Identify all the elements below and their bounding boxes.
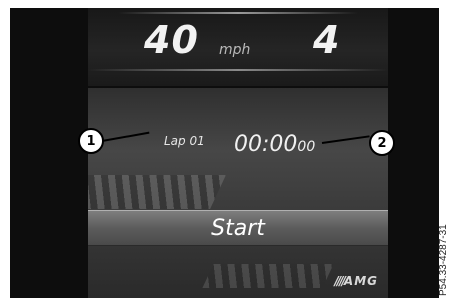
callout-marker: 2 bbox=[369, 130, 395, 156]
amg-logo-text: AMG bbox=[343, 274, 378, 288]
race-timer-panel: Lap 01 00:0000 Start ////AMG bbox=[88, 88, 388, 298]
lap-number: Lap 01 bbox=[164, 134, 205, 148]
figure-canvas: 40 mph 4 Lap 01 00:0000 Start ////AMG 1 … bbox=[0, 0, 453, 304]
checkered-flag-icon bbox=[88, 175, 226, 209]
callout-marker: 1 bbox=[78, 128, 104, 154]
speed-unit: mph bbox=[219, 42, 251, 58]
divider-line bbox=[88, 69, 388, 71]
amg-logo: ////AMG bbox=[334, 274, 378, 288]
speed-bar: 40 mph 4 bbox=[88, 8, 388, 86]
start-button[interactable]: Start bbox=[88, 210, 388, 246]
lap-time-main: 00:00 bbox=[234, 132, 298, 157]
reference-code: P54.33-4287-31 bbox=[438, 224, 449, 296]
lap-time-fraction: 00 bbox=[297, 139, 316, 155]
lap-time: 00:0000 bbox=[234, 132, 315, 157]
start-button-label: Start bbox=[211, 215, 265, 241]
checkered-flag-icon bbox=[202, 264, 334, 288]
gear-indicator: 4 bbox=[313, 18, 340, 62]
speed-value: 40 bbox=[144, 18, 199, 62]
divider-line bbox=[118, 12, 358, 14]
